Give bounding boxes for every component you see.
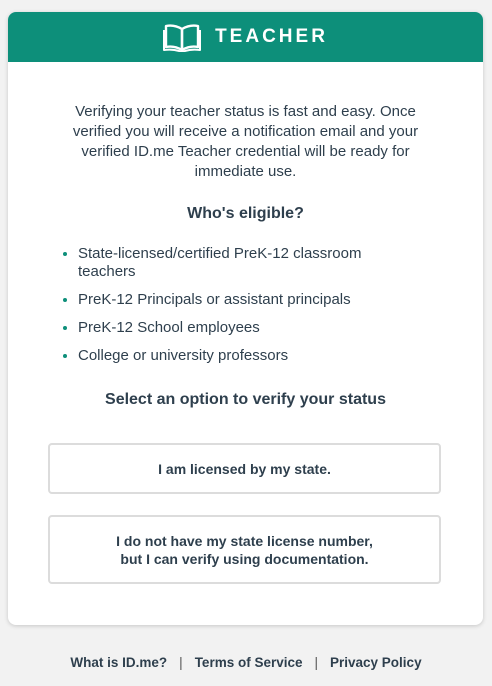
eligible-list: State-licensed/certified PreK-12 classro… bbox=[63, 245, 423, 365]
footer-separator: | bbox=[314, 655, 319, 670]
licensed-by-state-button[interactable]: I am licensed by my state. bbox=[48, 443, 441, 494]
eligible-item: State-licensed/certified PreK-12 classro… bbox=[63, 245, 423, 281]
terms-of-service-link[interactable]: Terms of Service bbox=[195, 655, 303, 670]
eligible-item: College or university professors bbox=[63, 347, 423, 365]
footer-separator: | bbox=[179, 655, 183, 670]
bullet-icon bbox=[63, 326, 67, 330]
bullet-icon bbox=[63, 252, 67, 256]
footer-links: What is ID.me? | Terms of Service | Priv… bbox=[0, 655, 492, 670]
bullet-icon bbox=[63, 298, 67, 302]
licensed-by-state-label: I am licensed by my state. bbox=[158, 460, 331, 477]
open-book-icon bbox=[163, 22, 202, 52]
bullet-icon bbox=[63, 354, 67, 358]
eligible-item: PreK-12 Principals or assistant principa… bbox=[63, 291, 423, 309]
eligible-heading: Who's eligible? bbox=[187, 205, 304, 222]
verification-card: TEACHER Verifying your teacher status is… bbox=[8, 12, 483, 625]
documentation-label-line1: I do not have my state license number, bbox=[116, 532, 373, 549]
intro-text: Verifying your teacher status is fast an… bbox=[72, 103, 419, 180]
header-title: TEACHER bbox=[215, 26, 328, 47]
what-is-idme-link[interactable]: What is ID.me? bbox=[70, 655, 167, 670]
privacy-policy-link[interactable]: Privacy Policy bbox=[330, 655, 422, 670]
documentation-label-line2: but I can verify using documentation. bbox=[120, 550, 369, 567]
select-heading: Select an option to verify your status bbox=[105, 391, 386, 408]
teacher-header: TEACHER bbox=[8, 12, 483, 62]
eligible-item: PreK-12 School employees bbox=[63, 319, 423, 337]
verify-with-documentation-button[interactable]: I do not have my state license number, b… bbox=[48, 515, 441, 584]
